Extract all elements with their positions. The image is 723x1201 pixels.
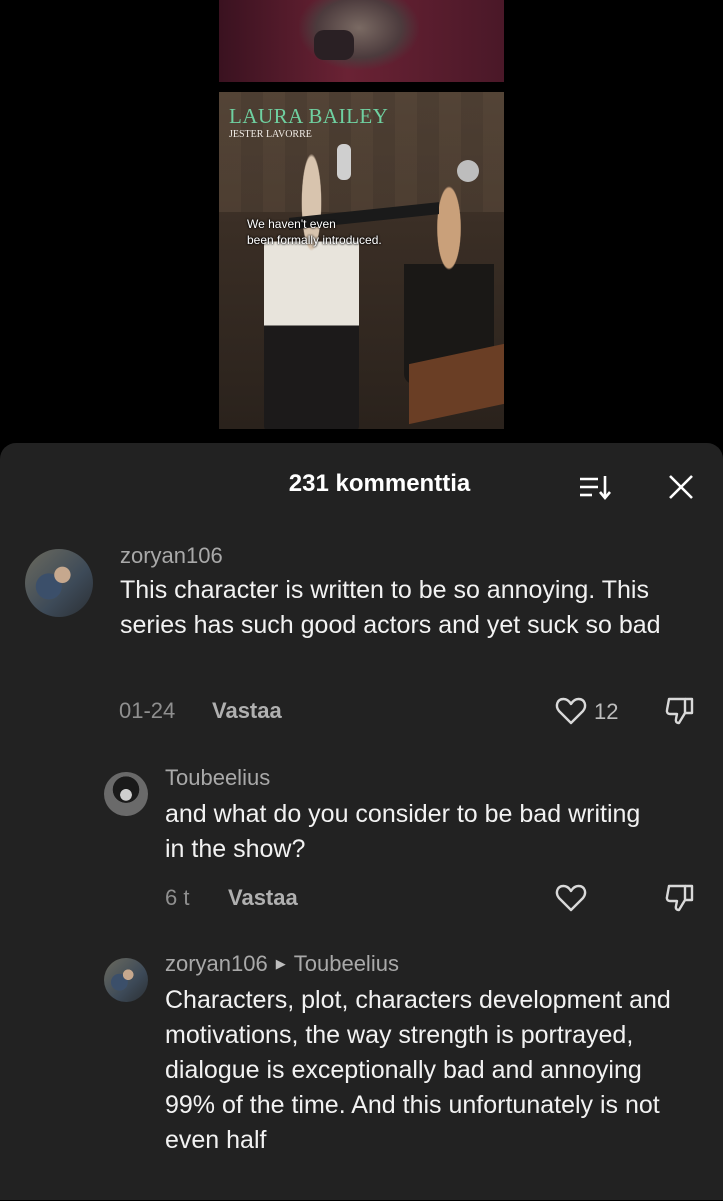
credit-role: JESTER LAVORRE [229, 129, 312, 140]
thumbs-down-icon[interactable] [663, 881, 697, 915]
comments-sheet: 231 kommenttia zoryan106 This character … [0, 443, 723, 1200]
heart-icon[interactable] [554, 694, 588, 728]
credit-name: LAURA BAILEY [229, 104, 389, 128]
comment-text: This character is written to be so annoy… [120, 576, 661, 639]
close-icon[interactable] [660, 469, 700, 505]
comment-username[interactable]: Toubeelius [165, 765, 270, 791]
actor-left [264, 152, 359, 429]
comment-text: and what do you consider to be bad writi… [165, 800, 641, 863]
username-text[interactable]: zoryan106 [165, 951, 268, 976]
comment-username[interactable]: zoryan106 [120, 543, 223, 569]
sort-icon[interactable] [576, 469, 616, 505]
comment-date: 6 t [165, 885, 190, 910]
avatar[interactable] [104, 958, 148, 1002]
comment-username[interactable]: zoryan106 ▶ Toubeelius [165, 951, 399, 977]
microphone [337, 144, 351, 180]
avatar[interactable] [104, 772, 148, 816]
previous-video-frame[interactable] [219, 0, 504, 82]
comment-date: 01-24 [119, 698, 176, 723]
comments-header: 231 kommenttia [0, 443, 723, 525]
microphone-2 [457, 160, 479, 182]
comment-text: Characters, plot, characters development… [165, 986, 671, 1154]
reply-to-username[interactable]: Toubeelius [294, 951, 399, 976]
video-subtitle: We haven't even been formally introduced… [247, 217, 382, 247]
like-count: 12 [594, 699, 619, 724]
reply-button[interactable]: Vastaa [212, 698, 282, 724]
video-player[interactable]: LAURA BAILEY JESTER LAVORRE We haven't e… [219, 92, 504, 429]
thumbs-down-icon[interactable] [663, 694, 697, 728]
reply-arrow-icon: ▶ [275, 956, 286, 971]
reply-comment: zoryan106 ▶ Toubeelius Characters, plot, c… [0, 951, 723, 1201]
comment: zoryan106 This character is written to b… [0, 543, 723, 743]
video-figure-hands [314, 30, 354, 60]
avatar[interactable] [25, 549, 93, 617]
heart-icon[interactable] [554, 881, 588, 915]
reply-comment: Toubeelius and what do you consider to b… [0, 765, 723, 925]
reply-button[interactable]: Vastaa [228, 885, 298, 911]
